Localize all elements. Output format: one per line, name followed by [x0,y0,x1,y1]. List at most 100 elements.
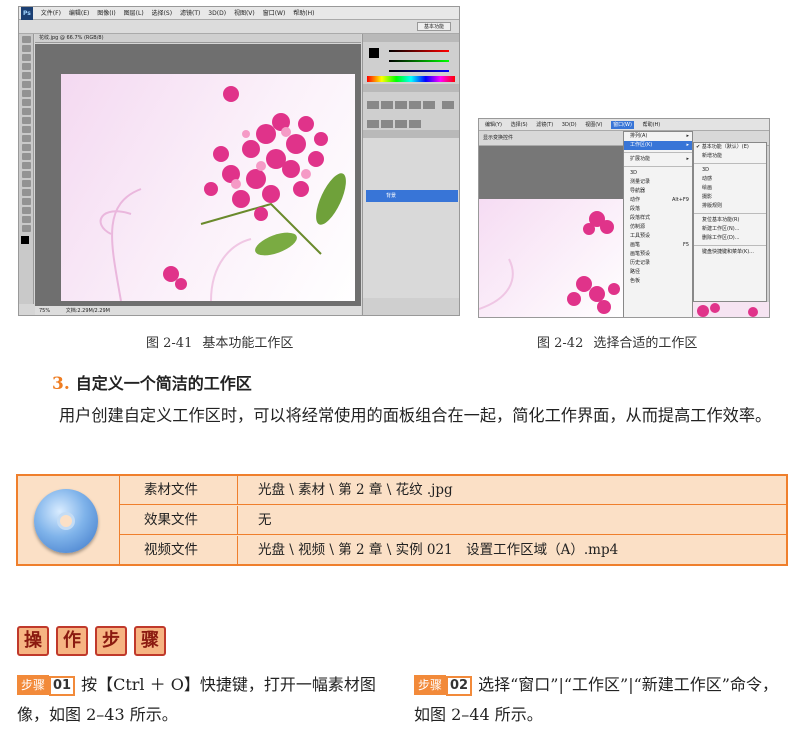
menu-item-history[interactable]: 历史记录 [624,259,692,268]
resource-value: 光盘 \ 素材 \ 第 2 章 \ 花纹 .jpg [258,482,453,498]
menu-file: 文件(F) [40,10,61,17]
layer-row-background: 背景 [366,190,458,202]
menu-item-swatches[interactable]: 色板 [624,277,692,286]
section-title: 自定义一个简洁的工作区 [75,374,252,393]
menu-help-2: 帮助(H) [642,122,661,128]
section-number: 3. [52,374,70,394]
menu-item-clone-source[interactable]: 仿制源 [624,223,692,232]
layers-panel: 背景 [363,138,459,298]
menu-view-2: 视图(V) [585,122,603,128]
step-badge: 步骤 02 [414,674,473,696]
submenu-item-new-workspace[interactable]: 新建工作区(N)... [694,225,766,234]
workspace-switcher: 基本功能 [416,22,451,31]
menu-image: 图像(I) [97,10,116,17]
menu-item-actions[interactable]: 动作 Alt+F9 [624,196,692,205]
menu-3d: 3D(D) [208,10,227,17]
doc-size-readout: 文档:2.29M/2.29M [65,308,110,314]
steps-heading: 操作步骤 [17,626,173,658]
disc-icon-cell [18,476,120,564]
menu-item-brush-presets[interactable]: 画笔预设 [624,250,692,259]
zoom-readout: 75% [39,308,51,314]
menu-item-tool-presets[interactable]: 工具预设 [624,232,692,241]
figure-2-42-screenshot: 编辑(Y) 选择(S) 滤镜(T) 3D(D) 视图(V) 窗口(W) 帮助(H… [478,118,770,318]
section-heading: 3. 自定义一个简洁的工作区 [52,370,252,394]
submenu-item-photography[interactable]: 摄影 [694,193,766,202]
menu-filter: 滤镜(T) [180,10,201,17]
submenu-item-shortcuts[interactable]: 键盘快捷键和菜单(K)... [694,248,766,257]
ps-menu-bar-2: 编辑(Y) 选择(S) 滤镜(T) 3D(D) 视图(V) 窗口(W) 帮助(H… [479,119,769,131]
caption-text: 基本功能工作区 [202,336,294,351]
resource-table: 素材文件 光盘 \ 素材 \ 第 2 章 \ 花纹 .jpg 效果文件 无 视频… [16,474,788,566]
menu-edit-2: 编辑(Y) [485,122,502,128]
color-panel-header [363,34,459,42]
menu-edit: 编辑(E) [68,10,90,17]
menu-3d-2: 3D(D) [561,122,577,128]
resource-key: 视频文件 [120,536,238,565]
canvas-area [35,44,361,306]
document-tab: 花纹.jpg @ 66.7% (RGB/8) [35,34,361,43]
ps-toolbox [19,34,34,304]
workspace-submenu: ✔ 基本功能（默认）(E) 新增功能 3D 动感 绘画 摄影 排版规则 复位基本… [693,142,767,302]
window-menu: 排列(A) ▸ 工作区(K) ▸ 扩展功能 ▸ 3D 测量记录 导航器 动作 Alt+F… [623,131,693,317]
red-slider [389,50,449,52]
menu-item-brush[interactable]: 画笔 F5 [624,241,692,250]
flower-image-2 [479,199,624,317]
flower-illustration [99,86,346,301]
resource-key: 素材文件 [120,476,238,505]
caption-number: 图 2-41 [146,336,193,351]
menu-item-navigator[interactable]: 导航器 [624,187,692,196]
flower-image [61,74,355,301]
ps-options-bar: 基本功能 [19,20,459,34]
menu-help: 帮助(H) [293,10,315,17]
menu-item-paths[interactable]: 路径 [624,268,692,277]
menu-item-paragraph[interactable]: 段落 [624,205,692,214]
steps-heading-char: 步 [95,626,127,656]
green-slider [389,60,449,62]
foreground-color-swatch [21,236,29,244]
ps-menu-bar: Ps 文件(F) 编辑(E) 图像(I) 图层(L) 选择(S) 滤镜(T) 3… [19,7,459,20]
status-bar: 75% 文档:2.29M/2.29M [35,306,361,315]
caption-text: 选择合适的工作区 [593,336,698,351]
submenu-item-delete-workspace[interactable]: 删除工作区(D)... [694,234,766,243]
figure-2-41-caption: 图 2-41 基本功能工作区 [146,332,293,351]
submenu-item-essentials[interactable]: ✔ 基本功能（默认）(E) [694,143,766,152]
resource-key: 效果文件 [120,506,238,535]
menu-item-measurement-log[interactable]: 测量记录 [624,178,692,187]
menu-window: 窗口(W) [262,10,286,17]
cd-disc-icon [34,489,98,553]
menu-item-3d[interactable]: 3D [624,169,692,178]
submenu-item-motion[interactable]: 动感 [694,175,766,184]
menu-window-2: 窗口(W) [611,121,634,129]
body-paragraph: 用户创建自定义工作区时，可以将经常使用的面板组合在一起，简化工作界面，从而提高工… [59,406,772,425]
resource-value: 无 [258,512,272,528]
menu-item-arrange[interactable]: 排列(A) ▸ [624,132,692,141]
menu-layer: 图层(L) [123,10,144,17]
color-panel [363,42,459,84]
submenu-item-reset[interactable]: 复位基本功能(R) [694,216,766,225]
menu-view: 视图(V) [233,10,255,17]
resource-value: 光盘 \ 视频 \ 第 2 章 \ 实例 021 设置工作区域（A）.mp4 [258,542,619,558]
menu-item-paragraph-styles[interactable]: 段落样式 [624,214,692,223]
resource-row-source: 素材文件 光盘 \ 素材 \ 第 2 章 \ 花纹 .jpg [120,476,786,505]
adjustments-panel-header [363,84,459,92]
flower-illustration-2 [479,211,620,314]
step-badge: 步骤 01 [17,674,76,696]
submenu-item-3d[interactable]: 3D [694,166,766,175]
steps-heading-char: 作 [56,626,88,656]
submenu-item-painting[interactable]: 绘画 [694,184,766,193]
figure-2-42-caption: 图 2-42 选择合适的工作区 [537,332,697,351]
menu-item-extensions[interactable]: 扩展功能 ▸ [624,155,692,164]
figure-2-41-screenshot: Ps 文件(F) 编辑(E) 图像(I) 图层(L) 选择(S) 滤镜(T) 3… [18,6,460,316]
resource-row-video: 视频文件 光盘 \ 视频 \ 第 2 章 \ 实例 021 设置工作区域（A）.… [120,536,786,565]
menu-item-workspace[interactable]: 工作区(K) ▸ [624,141,692,150]
steps-heading-char: 骤 [134,626,166,656]
color-swatch-black [369,48,379,58]
submenu-item-new-in-cs[interactable]: 新增功能 [694,152,766,161]
panel-dock: 背景 [362,34,459,315]
step-02: 步骤 02 选择“窗口”|“工作区”|“新建工作区”命令，如图 2–44 所示。 [414,670,790,730]
steps-heading-char: 操 [17,626,49,656]
menu-select: 选择(S) [151,10,173,17]
adjustments-panel [363,92,459,130]
blue-slider [389,70,449,72]
submenu-item-typography[interactable]: 排版规则 [694,202,766,211]
